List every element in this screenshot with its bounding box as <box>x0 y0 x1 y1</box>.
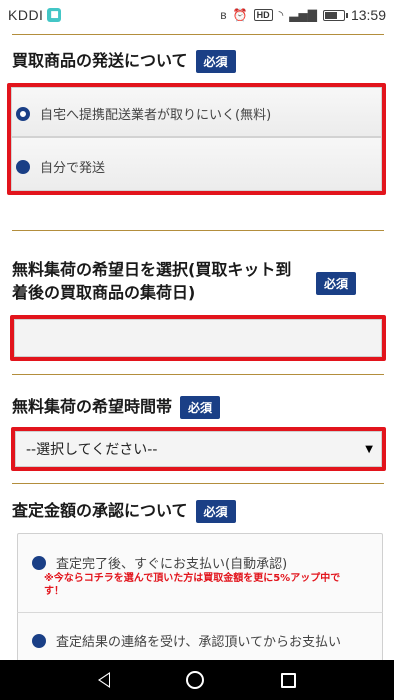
alarm-icon: ⏰ <box>232 8 248 22</box>
status-bar: KDDI ■ ʙ ⏰ HD ◝ ▃▅▇ 13:59 <box>0 0 394 30</box>
required-badge: 必須 <box>316 272 357 295</box>
pickup-time-select[interactable]: --選択してください-- ▼ <box>15 431 382 467</box>
approval-title-text: 査定金額の承認について <box>12 501 188 520</box>
approval-option-label: 査定結果の連絡を受け、承認頂いてからお支払い <box>56 635 341 650</box>
carrier-badge-icon: ■ <box>47 8 62 22</box>
radio-icon[interactable] <box>32 555 46 570</box>
clock: 13:59 <box>350 7 386 23</box>
signal-icon: ▃▅▇ <box>289 8 317 22</box>
required-badge: 必須 <box>195 50 236 73</box>
pickup-date-input[interactable] <box>14 319 382 357</box>
approval-option-manual[interactable]: 査定結果の連絡を受け、承認頂いてからお支払い <box>32 631 378 650</box>
promo-notice-line2: す！ <box>44 586 64 597</box>
approval-promo-notice: ※今ならコチラを選んで頂いた方は買取金額を更に5%アップ中で す！ <box>44 572 380 598</box>
pickup-time-section-title: 無料集荷の希望時間帯 必須 <box>12 393 221 419</box>
radio-selected-icon[interactable] <box>16 106 30 121</box>
battery-level <box>324 11 337 19</box>
home-icon[interactable] <box>186 671 205 689</box>
shipping-option-label: 自宅へ提携配送業者が取りにいく(無料) <box>40 108 272 123</box>
pickup-time-title-text: 無料集荷の希望時間帯 <box>12 397 173 416</box>
shipping-title-text: 買取商品の発送について <box>12 51 188 70</box>
section-divider <box>12 230 384 231</box>
promo-notice-line1: ※今ならコチラを選んで頂いた方は買取金額を更に5%アップ中で <box>44 573 341 584</box>
radio-icon[interactable] <box>32 633 46 648</box>
dropdown-caret-icon: ▼ <box>365 444 373 455</box>
pickup-date-section-title: 無料集荷の希望日を選択(買取キット到 着後の買取商品の集荷日) <box>12 258 312 304</box>
status-icons: ʙ ⏰ HD ◝ ▃▅▇ 13:59 <box>220 7 386 23</box>
shipping-option-home-pickup[interactable]: 自宅へ提携配送業者が取りにいく(無料) <box>16 104 378 123</box>
bluetooth-icon: ʙ <box>220 8 227 22</box>
section-divider <box>12 34 384 35</box>
back-icon[interactable] <box>98 672 111 688</box>
recent-apps-icon[interactable] <box>280 672 296 688</box>
carrier-name: KDDI <box>8 7 44 23</box>
approval-section-title: 査定金額の承認について 必須 <box>12 497 236 523</box>
required-badge: 必須 <box>195 500 236 523</box>
pickup-time-select-value: --選択してください-- <box>26 442 158 458</box>
battery-icon <box>322 9 348 21</box>
section-divider <box>12 374 384 375</box>
wifi-icon: ◝ <box>278 8 284 22</box>
shipping-option-self-ship[interactable]: 自分で発送 <box>16 157 378 176</box>
radio-icon[interactable] <box>16 159 30 174</box>
approval-option-divider <box>17 612 383 613</box>
navigation-bar <box>0 660 394 700</box>
required-badge: 必須 <box>180 396 221 419</box>
approval-option-auto[interactable]: 査定完了後、すぐにお支払い(自動承認) <box>32 553 378 572</box>
pickup-date-title-line1: 無料集荷の希望日を選択(買取キット到 <box>12 260 292 279</box>
approval-option-label: 査定完了後、すぐにお支払い(自動承認) <box>56 557 288 572</box>
section-divider <box>12 483 384 484</box>
shipping-option-label: 自分で発送 <box>40 161 106 176</box>
hd-icon: HD <box>253 9 273 21</box>
shipping-section-title: 買取商品の発送について 必須 <box>12 47 236 73</box>
pickup-date-title-line2: 着後の買取商品の集荷日) <box>12 283 196 302</box>
